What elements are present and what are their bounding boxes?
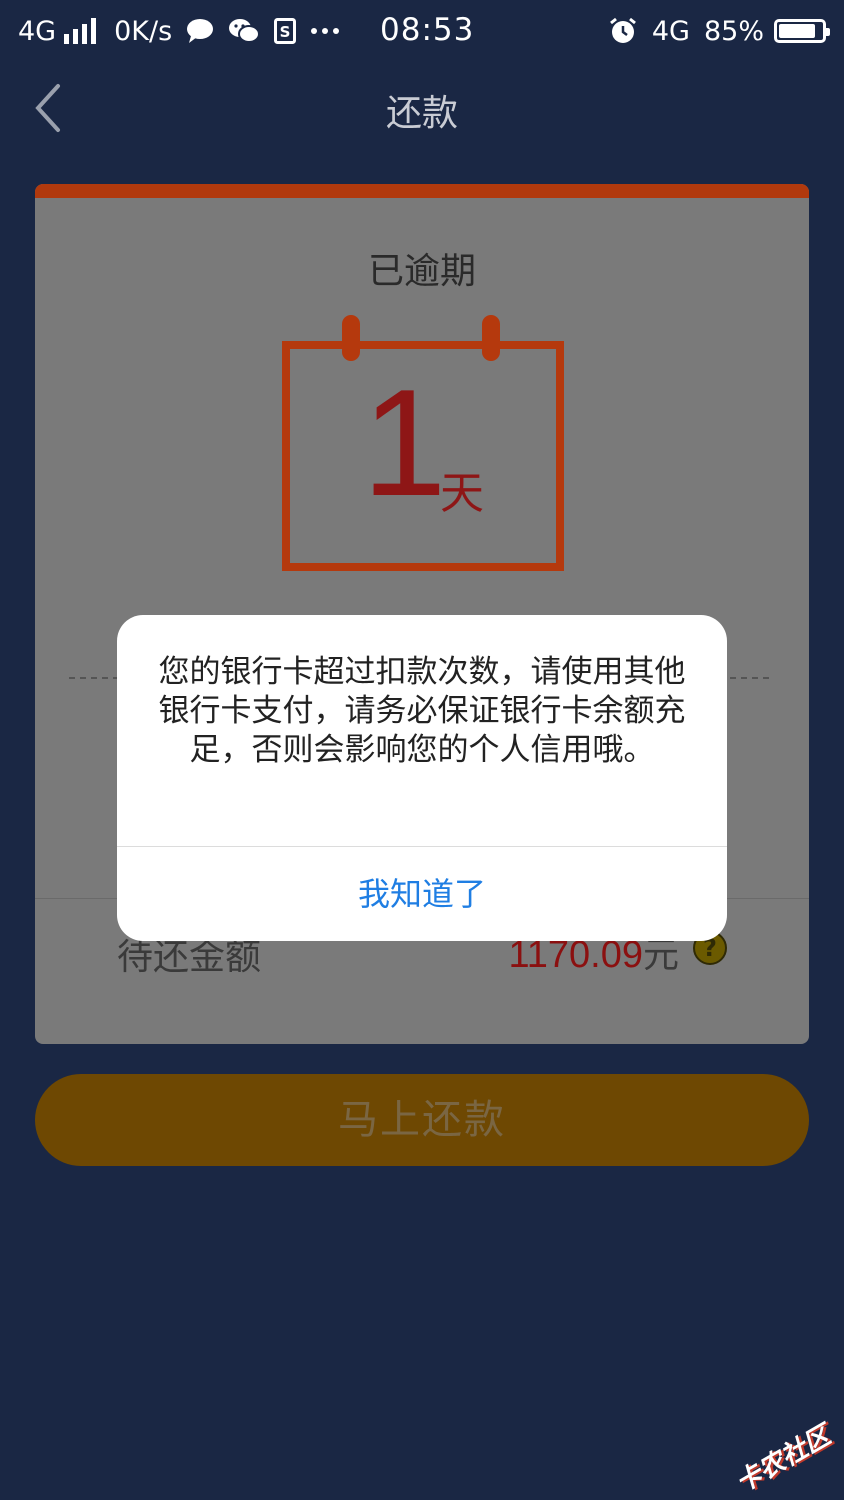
status-bar: 4G 0K/s S 08:53 4G 85%	[0, 0, 844, 60]
alert-message: 您的银行卡超过扣款次数，请使用其他银行卡支付，请务必保证银行卡余额充足，否则会影…	[158, 654, 686, 768]
calendar-ring	[342, 315, 360, 361]
alert-dialog: 您的银行卡超过扣款次数，请使用其他银行卡支付，请务必保证银行卡余额充足，否则会影…	[117, 615, 727, 941]
card-accent-strip	[35, 184, 809, 198]
confirm-button[interactable]: 我知道了	[117, 847, 727, 941]
status-bar-left: 4G 0K/s S	[18, 14, 340, 48]
pay-now-button[interactable]: 马上还款	[35, 1074, 809, 1166]
mobile-data-label: 4G	[651, 15, 690, 47]
wechat-icon	[228, 17, 261, 45]
battery-percent: 85%	[703, 15, 764, 47]
signal-strength-icon	[64, 18, 97, 44]
svg-text:S: S	[280, 23, 291, 41]
dashed-divider	[69, 677, 119, 679]
battery-fill	[779, 24, 815, 38]
calendar-icon: 1 天	[282, 315, 564, 571]
chat-bubble-icon	[186, 18, 214, 44]
status-bar-right: 4G 85%	[594, 14, 830, 48]
nav-bar: 还款	[0, 60, 844, 155]
overdue-days-unit: 天	[440, 468, 484, 519]
page-title: 还款	[385, 93, 458, 134]
battery-icon	[774, 19, 830, 43]
sim-icon: S	[274, 18, 297, 44]
more-dots-icon	[310, 27, 340, 35]
overdue-days-number: 1	[362, 358, 447, 528]
watermark: 卡农社区	[730, 1420, 836, 1499]
alarm-icon	[608, 16, 638, 46]
network-speed: 0K/s	[114, 15, 173, 47]
overdue-status-label: 已逾期	[367, 251, 476, 292]
status-time: 08:53	[380, 12, 475, 48]
network-type: 4G	[18, 15, 57, 47]
calendar-ring	[482, 315, 500, 361]
